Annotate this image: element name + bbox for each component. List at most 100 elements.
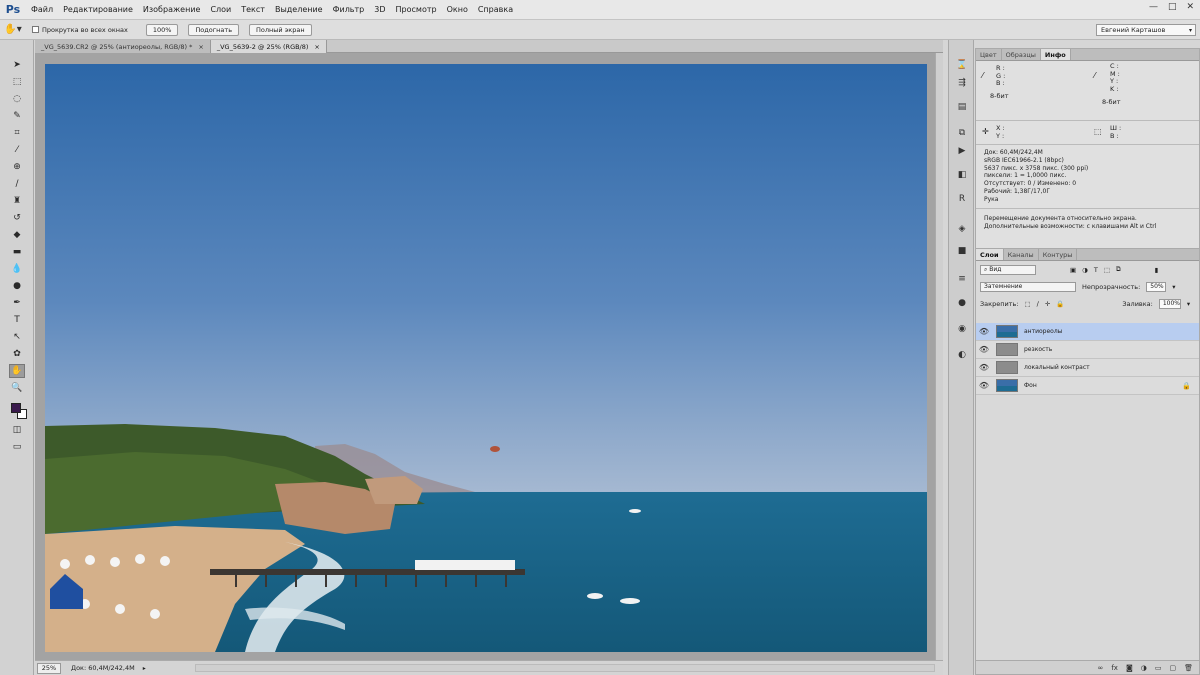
- filter-type-icon[interactable]: T: [1094, 266, 1098, 274]
- zoom-tool-icon[interactable]: 🔍: [9, 381, 25, 395]
- healing-brush-tool-icon[interactable]: ⊕: [9, 160, 25, 174]
- horizontal-scrollbar[interactable]: [195, 664, 935, 672]
- menu-image[interactable]: Изображение: [138, 5, 206, 14]
- menu-window[interactable]: Окно: [442, 5, 473, 14]
- new-layer-icon[interactable]: ▢: [1169, 664, 1176, 672]
- tab-channels[interactable]: Каналы: [1004, 249, 1039, 260]
- fill-arrow-icon[interactable]: ▾: [1187, 300, 1190, 308]
- filter-shape-icon[interactable]: ⬚: [1104, 266, 1110, 274]
- menu-edit[interactable]: Редактирование: [58, 5, 138, 14]
- maximize-button[interactable]: □: [1168, 2, 1177, 12]
- blur-tool-icon[interactable]: 💧: [9, 262, 25, 276]
- status-menu-arrow-icon[interactable]: ▸: [143, 665, 146, 672]
- plugin-r-icon[interactable]: R: [954, 192, 970, 205]
- new-group-icon[interactable]: ▭: [1155, 664, 1162, 672]
- blend-mode-select[interactable]: Затемнение: [980, 281, 1076, 292]
- hand-tool-preset-icon[interactable]: ✋▾: [0, 24, 26, 35]
- eye-icon[interactable]: 👁: [976, 345, 992, 354]
- tab-color[interactable]: Цвет: [976, 49, 1002, 60]
- full-screen-button[interactable]: Полный экран: [249, 23, 312, 36]
- menu-file[interactable]: Файл: [26, 5, 58, 14]
- menu-type[interactable]: Текст: [236, 5, 270, 14]
- pen-tool-icon[interactable]: ✒: [9, 296, 25, 310]
- menu-help[interactable]: Справка: [473, 5, 518, 14]
- menu-3d[interactable]: 3D: [369, 5, 390, 14]
- layer-row[interactable]: 👁 локальный контраст: [976, 359, 1199, 377]
- layer-style-icon[interactable]: fx: [1111, 664, 1118, 672]
- layer-row[interactable]: 👁 Фон 🔒: [976, 377, 1199, 395]
- tab-paths[interactable]: Контуры: [1039, 249, 1078, 260]
- quick-mask-icon[interactable]: ◫: [9, 423, 25, 437]
- tab-info[interactable]: Инфо: [1040, 49, 1071, 60]
- shape-tool-icon[interactable]: ✿: [9, 347, 25, 361]
- clone-source-icon[interactable]: ⧉: [954, 126, 970, 139]
- foreground-color-swatch[interactable]: [11, 403, 21, 413]
- close-icon[interactable]: ×: [314, 43, 319, 51]
- menu-filter[interactable]: Фильтр: [328, 5, 370, 14]
- minimize-button[interactable]: —: [1149, 2, 1158, 12]
- tab-swatches[interactable]: Образцы: [1002, 49, 1041, 60]
- actions-play-icon[interactable]: ▶: [954, 144, 970, 157]
- plugin-dark-icon[interactable]: ■: [954, 244, 970, 257]
- layer-row[interactable]: 👁 резкость: [976, 341, 1199, 359]
- checkbox-box[interactable]: [32, 26, 39, 33]
- dodge-tool-icon[interactable]: ●: [9, 279, 25, 293]
- plugin-gray-icon[interactable]: ◐: [954, 348, 970, 361]
- quick-select-tool-icon[interactable]: ✎: [9, 109, 25, 123]
- adjustments-icon[interactable]: ◧: [954, 168, 970, 181]
- screen-mode-icon[interactable]: ▭: [9, 440, 25, 454]
- history-brush-tool-icon[interactable]: ↺: [9, 211, 25, 225]
- clone-stamp-tool-icon[interactable]: ♜: [9, 194, 25, 208]
- filter-toggle-icon[interactable]: ▮: [1155, 266, 1159, 274]
- layer-row[interactable]: 👁 антиореолы: [976, 323, 1199, 341]
- marquee-tool-icon[interactable]: ⬚: [9, 75, 25, 89]
- adjustment-layer-icon[interactable]: ◑: [1141, 664, 1147, 672]
- filter-smart-icon[interactable]: ⧉: [1116, 265, 1121, 274]
- add-mask-icon[interactable]: ◙: [1126, 664, 1133, 672]
- history-panel-icon[interactable]: ⌛: [954, 58, 970, 71]
- scroll-all-windows-checkbox[interactable]: Прокрутка во всех окнах: [32, 26, 128, 34]
- eye-icon[interactable]: 👁: [976, 327, 992, 336]
- close-button[interactable]: ✕: [1186, 2, 1194, 12]
- link-layers-icon[interactable]: ∞: [1098, 664, 1104, 672]
- menu-view[interactable]: Просмотр: [391, 5, 442, 14]
- workspace-select[interactable]: Евгений Карташов ▾: [1096, 24, 1196, 36]
- properties-icon[interactable]: ▤: [954, 100, 970, 113]
- doc-tab-2[interactable]: _VG_5639-2 @ 25% (RGB/8) ×: [210, 40, 327, 53]
- opacity-field[interactable]: 50%: [1146, 281, 1167, 292]
- menu-select[interactable]: Выделение: [270, 5, 328, 14]
- plugin-camera-icon[interactable]: ◉: [954, 322, 970, 335]
- filter-pixel-icon[interactable]: ▣: [1070, 266, 1076, 274]
- eyedropper-tool-icon[interactable]: ⁄: [9, 143, 25, 157]
- plugin-red-icon[interactable]: ●: [954, 296, 970, 309]
- filter-adjustment-icon[interactable]: ◑: [1082, 266, 1088, 274]
- opacity-arrow-icon[interactable]: ▾: [1172, 283, 1175, 291]
- eraser-tool-icon[interactable]: ◆: [9, 228, 25, 242]
- move-tool-icon[interactable]: ➤: [9, 58, 25, 72]
- delete-layer-icon[interactable]: 🗑: [1184, 664, 1193, 672]
- brush-presets-icon[interactable]: ⇶: [954, 76, 970, 89]
- fill-field[interactable]: 100%: [1158, 298, 1181, 309]
- image-canvas[interactable]: [45, 64, 927, 652]
- eye-icon[interactable]: 👁: [976, 381, 992, 390]
- vertical-scrollbar[interactable]: [935, 53, 943, 660]
- type-tool-icon[interactable]: T: [9, 313, 25, 327]
- plugin-shield-icon[interactable]: ◈: [954, 222, 970, 235]
- eye-icon[interactable]: 👁: [976, 363, 992, 372]
- gradient-tool-icon[interactable]: ▬: [9, 245, 25, 259]
- zoom-level-field[interactable]: 25%: [37, 662, 61, 674]
- path-select-tool-icon[interactable]: ↖: [9, 330, 25, 344]
- lock-position-icon[interactable]: ✛: [1045, 300, 1050, 308]
- doc-tab-1[interactable]: _VG_5639.CR2 @ 25% (антиореолы, RGB/8) *…: [35, 40, 211, 53]
- lock-pixels-icon[interactable]: ∕: [1037, 300, 1039, 308]
- levels-icon[interactable]: ≡: [954, 272, 970, 285]
- crop-tool-icon[interactable]: ⌗: [9, 126, 25, 140]
- hand-tool-icon[interactable]: ✋: [9, 364, 25, 378]
- brush-tool-icon[interactable]: ∕: [9, 177, 25, 191]
- lock-transparent-icon[interactable]: ⬚: [1024, 300, 1030, 308]
- tab-layers[interactable]: Слои: [976, 249, 1004, 260]
- zoom-100-button[interactable]: 100%: [145, 23, 179, 36]
- lock-all-icon[interactable]: 🔒: [1056, 300, 1064, 308]
- fit-screen-button[interactable]: Подогнать: [188, 23, 240, 36]
- layer-filter-select[interactable]: ⌕ Вид: [980, 264, 1036, 275]
